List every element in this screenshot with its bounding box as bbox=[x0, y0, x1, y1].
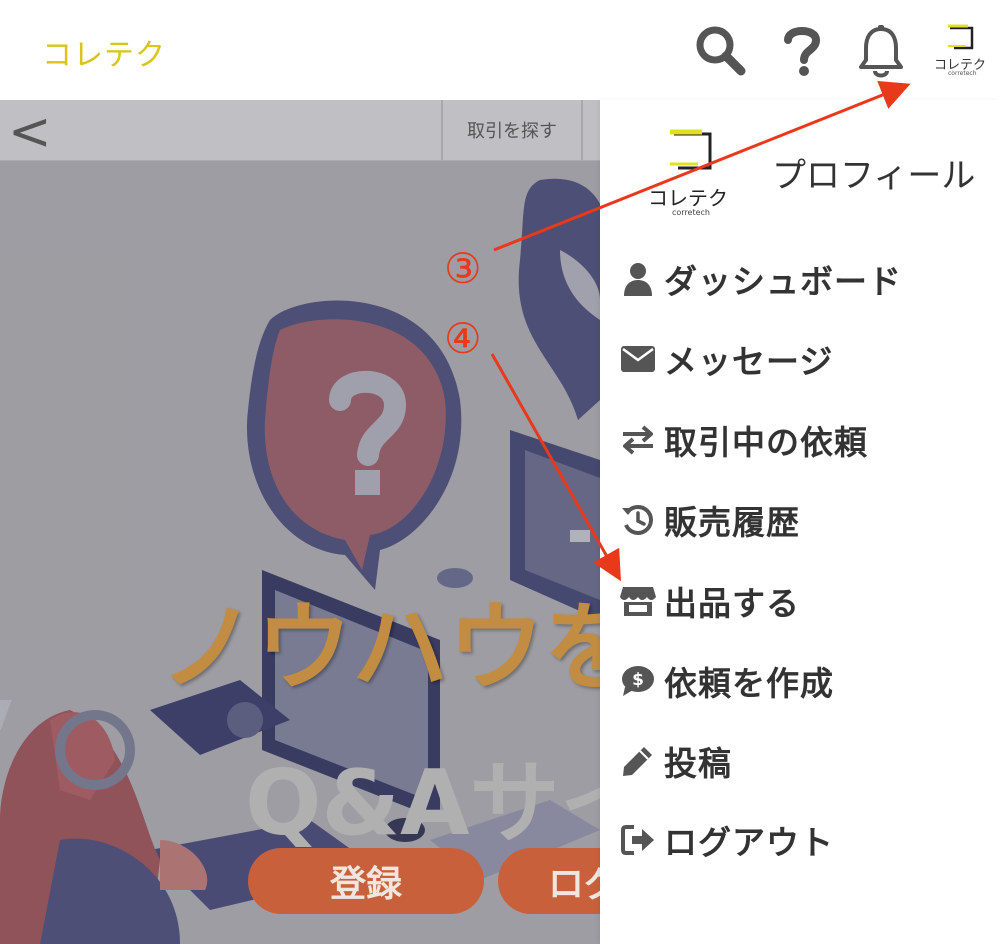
menu-item-messages[interactable]: メッセージ bbox=[620, 334, 833, 384]
top-header: コレテク コレテク corretech bbox=[0, 0, 1000, 100]
annotation-step-4: ④ bbox=[444, 314, 482, 363]
history-icon bbox=[620, 502, 656, 538]
svg-text:$: $ bbox=[632, 670, 644, 690]
tab-find-deals[interactable]: 取引を探す bbox=[441, 100, 583, 160]
menu-item-sell[interactable]: 出品する bbox=[620, 576, 800, 626]
menu-item-label: 依頼を作成 bbox=[664, 664, 834, 703]
register-button[interactable]: 登録 bbox=[248, 848, 484, 914]
envelope-icon bbox=[620, 341, 656, 377]
store-icon bbox=[620, 583, 656, 619]
user-dropdown-menu: コレテク corretech プロフィール ダッシュボード メッセージ 取引中の… bbox=[600, 100, 1000, 944]
hero-subtitle: Q&Aサイ bbox=[245, 751, 600, 856]
menu-item-label: 投稿 bbox=[664, 744, 732, 783]
menu-item-label: ログアウト bbox=[664, 823, 834, 862]
dollar-chat-icon: $ bbox=[620, 663, 656, 699]
menu-item-active-deals[interactable]: 取引中の依頼 bbox=[620, 415, 868, 465]
menu-item-logout[interactable]: ログアウト bbox=[620, 815, 834, 865]
hero-title: ノウハウを bbox=[160, 592, 600, 704]
avatar-logo-subtext: corretech bbox=[948, 70, 977, 77]
profile-avatar[interactable]: コレテク corretech bbox=[644, 128, 736, 220]
search-icon[interactable] bbox=[694, 24, 746, 76]
profile-logo-text: コレテク bbox=[648, 186, 728, 210]
login-button[interactable]: ログ bbox=[498, 848, 600, 914]
menu-item-create-request[interactable]: $ 依頼を作成 bbox=[620, 656, 834, 706]
menu-item-label: 販売履歴 bbox=[664, 503, 800, 542]
bell-icon[interactable] bbox=[857, 24, 905, 78]
exchange-icon bbox=[620, 422, 656, 458]
menu-item-label: ダッシュボード bbox=[664, 262, 902, 301]
annotation-step-3: ③ bbox=[444, 244, 482, 293]
brand-logo-text[interactable]: コレテク bbox=[42, 30, 166, 74]
profile-logo-subtext: corretech bbox=[672, 208, 711, 217]
back-button[interactable]: < bbox=[8, 102, 52, 162]
menu-item-post[interactable]: 投稿 bbox=[620, 736, 732, 786]
menu-item-label: 取引中の依頼 bbox=[664, 423, 868, 462]
sign-out-icon bbox=[620, 822, 656, 858]
menu-item-label: 出品する bbox=[664, 584, 800, 623]
menu-item-label: メッセージ bbox=[664, 342, 834, 381]
sub-navigation-bar: < 取引を探す bbox=[0, 100, 600, 162]
pencil-icon bbox=[620, 743, 656, 779]
menu-profile[interactable]: プロフィール bbox=[772, 148, 975, 197]
menu-item-dashboard[interactable]: ダッシュボード bbox=[620, 254, 902, 304]
user-avatar[interactable]: コレテク corretech bbox=[928, 22, 992, 78]
hero-section: < 取引を探す ノウハウを Q&Aサイ 登録 ログ bbox=[0, 100, 600, 944]
help-icon[interactable] bbox=[782, 24, 822, 76]
user-icon bbox=[620, 261, 656, 297]
menu-item-sales-history[interactable]: 販売履歴 bbox=[620, 495, 800, 545]
